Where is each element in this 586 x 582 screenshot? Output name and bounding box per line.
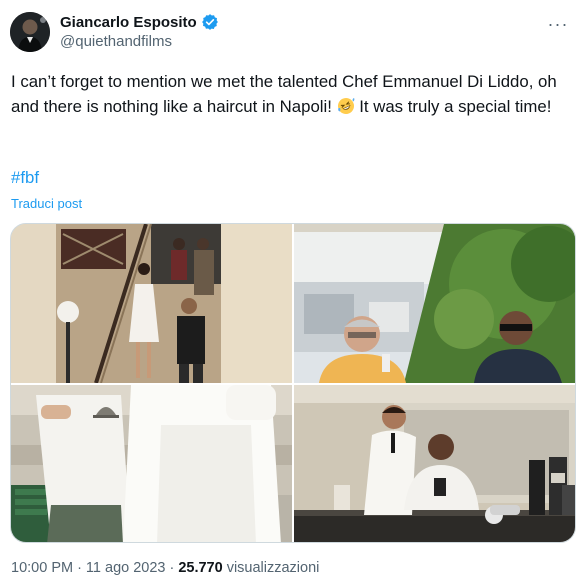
rolling-on-the-floor-laughing-emoji-icon — [337, 97, 355, 115]
tweet-meta: 10:00 PM · 11 ago 2023 · 25.770 visualiz… — [11, 560, 319, 576]
staircase-photo[interactable] — [11, 224, 292, 383]
meta-separator-2: · — [169, 560, 175, 576]
views-label: visualizzazioni — [226, 560, 320, 576]
bakery-photo[interactable] — [11, 385, 292, 542]
tweet-date[interactable]: 11 ago 2023 — [86, 560, 166, 576]
more-options-icon[interactable]: ··· — [544, 12, 572, 36]
translate-post-link[interactable]: Traduci post — [11, 196, 82, 211]
barber-photo[interactable] — [294, 385, 575, 542]
tweet-time[interactable]: 10:00 PM — [11, 560, 73, 576]
views-count: 25.770 — [178, 560, 223, 576]
tweet: Giancarlo Esposito @quiethandfilms ··· I… — [0, 0, 586, 582]
tweet-text-part2: It was truly a special time! — [354, 96, 552, 116]
verified-badge-icon[interactable] — [201, 13, 219, 31]
tweet-header: Giancarlo Esposito @quiethandfilms ··· — [10, 12, 576, 60]
meta-separator: · — [77, 560, 82, 576]
author-names: Giancarlo Esposito @quiethandfilms — [60, 12, 219, 50]
display-name[interactable]: Giancarlo Esposito — [60, 14, 197, 31]
avatar[interactable] — [10, 12, 50, 52]
media-grid — [10, 223, 576, 543]
terrace-photo[interactable] — [294, 224, 575, 383]
author-handle[interactable]: @quiethandfilms — [60, 33, 219, 50]
tweet-text: I can’t forget to mention we met the tal… — [11, 70, 571, 119]
hashtag-link[interactable]: #fbf — [11, 168, 39, 188]
